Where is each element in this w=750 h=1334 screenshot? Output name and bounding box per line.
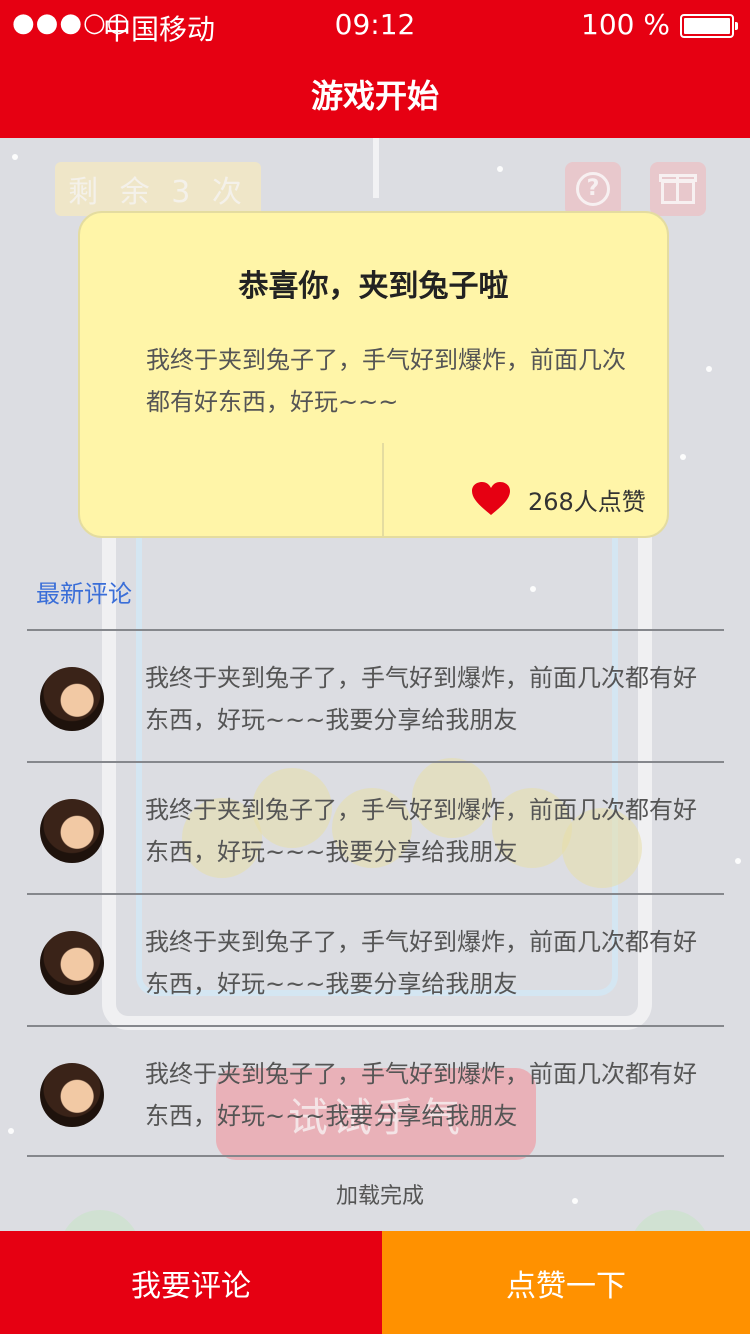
battery-percent: 100 %	[581, 8, 670, 41]
avatar[interactable]	[40, 1063, 104, 1127]
comment-text: 我终于夹到兔子了，手气好到爆炸，前面几次都有好东西，好玩~~~我要分享给我朋友	[145, 1060, 697, 1130]
sparkle	[497, 166, 503, 172]
write-comment-button[interactable]: 我要评论	[0, 1231, 382, 1334]
claw-rope	[373, 138, 379, 198]
avatar[interactable]	[40, 931, 104, 995]
sparkle	[12, 154, 18, 160]
comment-list: 我终于夹到兔子了，手气好到爆炸，前面几次都有好东西，好玩~~~我要分享给我朋友 …	[27, 629, 724, 1157]
win-popup: 恭喜你，夹到兔子啦 我终于夹到兔子了，手气好到爆炸，前面几次都有好东西，好玩~~…	[78, 211, 669, 538]
comment-item: 我终于夹到兔子了，手气好到爆炸，前面几次都有好东西，好玩~~~我要分享给我朋友	[27, 629, 724, 761]
sparkle	[706, 366, 712, 372]
help-button[interactable]: ?	[565, 162, 621, 216]
comment-text: 我终于夹到兔子了，手气好到爆炸，前面几次都有好东西，好玩~~~我要分享给我朋友	[145, 664, 697, 734]
gift-button[interactable]	[650, 162, 706, 216]
sparkle	[680, 454, 686, 460]
page-title: 游戏开始	[310, 77, 439, 115]
popup-message: 我终于夹到兔子了，手气好到爆炸，前面几次都有好东西，好玩~~~	[146, 346, 626, 416]
load-status: 加载完成	[335, 1184, 424, 1209]
bottom-action-bar: 我要评论 点赞一下	[0, 1231, 750, 1334]
gift-icon-ribbon	[676, 174, 679, 204]
like-count: 268人点赞	[528, 487, 646, 516]
sparkle	[8, 1128, 14, 1134]
popup-like-row[interactable]: 268人点赞	[472, 477, 646, 521]
remaining-tries-badge: 剩 余 3 次	[55, 162, 261, 216]
comment-item: 我终于夹到兔子了，手气好到爆炸，前面几次都有好东西，好玩~~~我要分享给我朋友	[27, 761, 724, 893]
avatar[interactable]	[40, 667, 104, 731]
help-icon: ?	[576, 172, 610, 206]
like-button[interactable]: 点赞一下	[382, 1231, 750, 1334]
sparkle	[735, 858, 741, 864]
avatar[interactable]	[40, 799, 104, 863]
popup-title: 恭喜你，夹到兔子啦	[238, 269, 509, 304]
comment-item: 我终于夹到兔子了，手气好到爆炸，前面几次都有好东西，好玩~~~我要分享给我朋友	[27, 893, 724, 1025]
comment-text: 我终于夹到兔子了，手气好到爆炸，前面几次都有好东西，好玩~~~我要分享给我朋友	[145, 928, 697, 998]
heart-icon[interactable]	[472, 482, 510, 516]
nav-bar: 游戏开始	[0, 50, 750, 138]
battery-icon	[680, 14, 738, 38]
comment-text: 我终于夹到兔子了，手气好到爆炸，前面几次都有好东西，好玩~~~我要分享给我朋友	[145, 796, 697, 866]
popup-divider	[382, 443, 384, 538]
comment-item: 我终于夹到兔子了，手气好到爆炸，前面几次都有好东西，好玩~~~我要分享给我朋友	[27, 1025, 724, 1157]
latest-comments-title: 最新评论	[36, 580, 132, 608]
status-bar: ●●●○○ 中国移动 09:12 100 %	[0, 0, 750, 50]
